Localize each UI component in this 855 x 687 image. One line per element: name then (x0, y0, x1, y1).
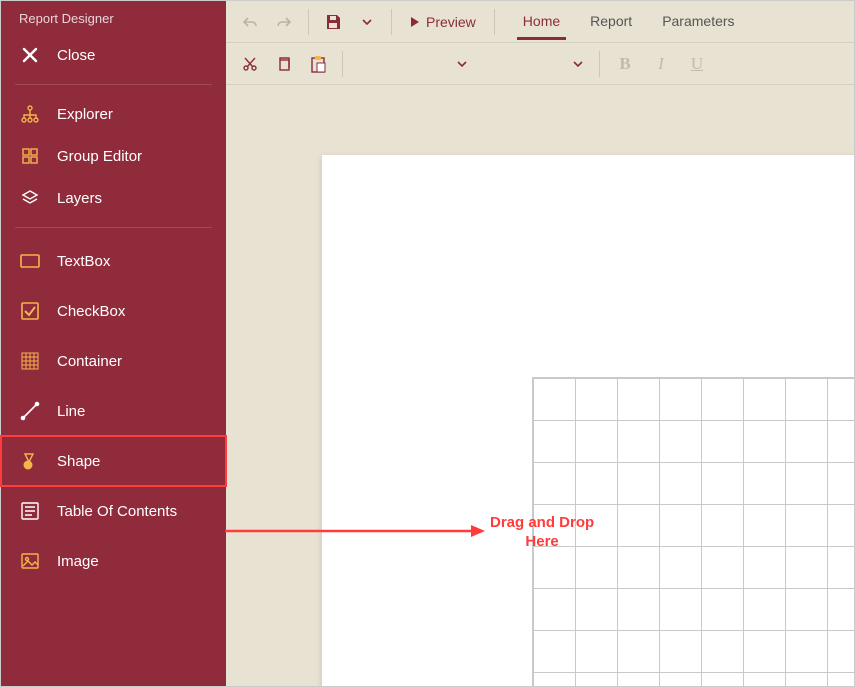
sidebar-item-line[interactable]: Line (1, 386, 226, 436)
sidebar-item-label: Explorer (57, 106, 113, 123)
sidebar-item-label: Table Of Contents (57, 503, 177, 520)
hierarchy-icon (19, 103, 41, 125)
design-canvas[interactable] (226, 85, 854, 686)
toc-icon (19, 500, 41, 522)
sidebar-item-table-of-contents[interactable]: Table Of Contents (1, 486, 226, 536)
checkbox-icon (19, 300, 41, 322)
report-page[interactable] (322, 155, 854, 686)
divider (308, 9, 309, 35)
format-toolbar: B I U (226, 43, 854, 85)
sidebar-title: Report Designer (1, 1, 226, 34)
sidebar-item-layers[interactable]: Layers (1, 177, 226, 219)
sidebar-item-label: Image (57, 553, 99, 570)
table-element[interactable] (532, 377, 854, 686)
divider (15, 84, 212, 85)
sidebar-item-label: CheckBox (57, 303, 125, 320)
copy-button[interactable] (270, 50, 298, 78)
chevron-down-icon (573, 61, 583, 67)
sidebar-item-label: Layers (57, 190, 102, 207)
main-area: Preview Home Report Parameters B I U (226, 1, 854, 686)
divider (599, 51, 600, 77)
sidebar-item-label: Group Editor (57, 148, 142, 165)
tab-report[interactable]: Report (584, 3, 638, 40)
sidebar-item-image[interactable]: Image (1, 536, 226, 586)
sidebar-item-textbox[interactable]: TextBox (1, 236, 226, 286)
layers-icon (19, 187, 41, 209)
divider (391, 9, 392, 35)
sidebar-item-shape[interactable]: Shape (1, 436, 226, 486)
paste-button[interactable] (304, 50, 332, 78)
sidebar-item-label: Shape (57, 453, 100, 470)
tab-home[interactable]: Home (517, 3, 566, 40)
font-family-select[interactable] (353, 51, 473, 77)
cut-button[interactable] (236, 50, 264, 78)
underline-button[interactable]: U (682, 50, 712, 78)
play-icon (410, 16, 420, 28)
sidebar-item-label: TextBox (57, 253, 110, 270)
tab-parameters[interactable]: Parameters (656, 3, 740, 40)
sidebar-item-explorer[interactable]: Explorer (1, 93, 226, 135)
divider (15, 227, 212, 228)
sidebar-item-container[interactable]: Container (1, 336, 226, 386)
preview-label: Preview (426, 14, 476, 30)
container-icon (19, 350, 41, 372)
close-icon (19, 44, 41, 66)
sidebar-item-group-editor[interactable]: Group Editor (1, 135, 226, 177)
sidebar-item-label: Line (57, 403, 85, 420)
italic-button[interactable]: I (646, 50, 676, 78)
textbox-icon (19, 250, 41, 272)
close-button[interactable]: Close (1, 34, 226, 76)
redo-button[interactable] (270, 8, 298, 36)
divider (494, 9, 495, 35)
bold-button[interactable]: B (610, 50, 640, 78)
sidebar: Report Designer Close Explorer Group Edi… (1, 1, 226, 686)
tab-bar: Home Report Parameters (517, 3, 741, 40)
top-toolbar: Preview Home Report Parameters (226, 1, 854, 43)
shape-icon (19, 450, 41, 472)
preview-button[interactable]: Preview (402, 10, 484, 34)
line-icon (19, 400, 41, 422)
undo-button[interactable] (236, 8, 264, 36)
save-dropdown-button[interactable] (353, 8, 381, 36)
save-button[interactable] (319, 8, 347, 36)
close-label: Close (57, 47, 95, 64)
chevron-down-icon (457, 61, 467, 67)
group-editor-icon (19, 145, 41, 167)
sidebar-item-checkbox[interactable]: CheckBox (1, 286, 226, 336)
image-icon (19, 550, 41, 572)
divider (342, 51, 343, 77)
sidebar-item-label: Container (57, 353, 122, 370)
font-size-select[interactable] (479, 51, 589, 77)
